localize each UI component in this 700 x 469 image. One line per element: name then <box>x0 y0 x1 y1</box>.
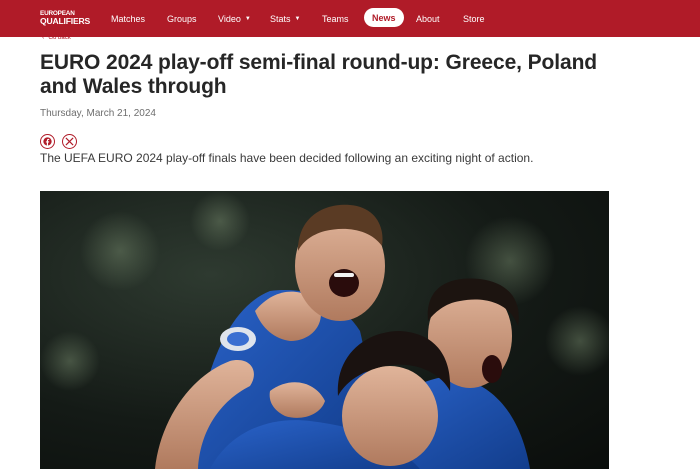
article-lead: The UEFA EURO 2024 play-off finals have … <box>40 151 534 165</box>
nav-item-store[interactable]: Store <box>463 0 485 37</box>
nav-item-stats[interactable]: Stats ▼ <box>270 0 300 37</box>
european-qualifiers-logo[interactable]: EUROPEAN QUALIFIERS <box>40 9 91 28</box>
nav-item-label: Store <box>463 13 485 24</box>
x-icon <box>65 137 74 146</box>
nav-item-video[interactable]: Video ▼ <box>218 0 251 37</box>
nav-item-label: Stats <box>270 13 291 24</box>
nav-item-label: Teams <box>322 13 349 24</box>
go-back-label: Go back <box>48 34 71 41</box>
nav-item-label: Groups <box>167 13 197 24</box>
hero-photo-illustration <box>40 191 609 469</box>
share-facebook-button[interactable] <box>40 134 55 149</box>
nav-item-label: Video <box>218 13 241 24</box>
chevron-down-icon: ▼ <box>294 15 301 22</box>
nav-item-groups[interactable]: Groups <box>167 0 197 37</box>
facebook-icon <box>43 137 52 146</box>
nav-item-label: Matches <box>111 13 146 24</box>
article-date: Thursday, March 21, 2024 <box>40 108 156 119</box>
chevron-down-icon: ▼ <box>244 15 251 22</box>
share-x-button[interactable] <box>62 134 77 149</box>
top-navigation-bar: EUROPEAN QUALIFIERS Matches Groups Video… <box>0 0 700 37</box>
go-back-link[interactable]: ‹ Go back <box>42 34 71 41</box>
nav-item-teams[interactable]: Teams <box>322 0 349 37</box>
logo-line-2: QUALIFIERS <box>40 16 91 27</box>
nav-item-news[interactable]: News <box>364 8 404 27</box>
hero-image-celebrating-players <box>40 191 609 469</box>
nav-item-label: About <box>416 13 440 24</box>
chevron-left-icon: ‹ <box>42 34 45 41</box>
nav-item-about[interactable]: About <box>416 0 440 37</box>
nav-item-label: News <box>372 12 396 23</box>
nav-item-matches[interactable]: Matches <box>111 0 145 37</box>
article-title: EURO 2024 play-off semi-final round-up: … <box>40 51 598 98</box>
